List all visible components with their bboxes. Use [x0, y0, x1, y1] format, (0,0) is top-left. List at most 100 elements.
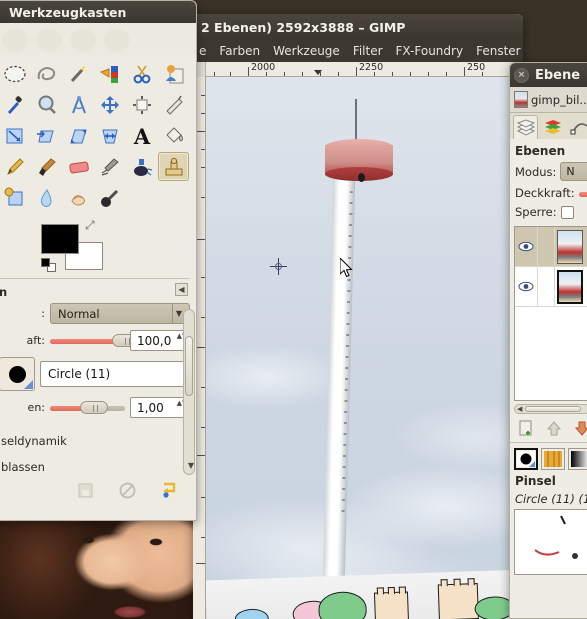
mode-value: Normal — [58, 306, 100, 321]
brush-tab-icons[interactable] — [510, 445, 587, 473]
heal-icon[interactable] — [0, 183, 31, 212]
layer-list-scrollbar[interactable]: ◀ — [514, 404, 587, 414]
move-icon[interactable] — [95, 90, 126, 119]
shear-icon[interactable] — [63, 121, 94, 150]
mode-dropdown[interactable]: Normal ▼ — [50, 303, 190, 324]
blur-sharpen-icon[interactable] — [32, 183, 63, 212]
brush-preview-button[interactable] — [0, 357, 35, 391]
measure-icon[interactable] — [63, 90, 94, 119]
select-by-color-icon[interactable] — [95, 59, 126, 88]
menu-werkzeuge[interactable]: Werkzeuge — [273, 44, 340, 58]
gimp-docks-window[interactable]: × Ebene gimp_bil... Ebenen Modus: N Deck… — [509, 62, 587, 619]
patterns-tab[interactable] — [541, 448, 565, 470]
eraser-icon[interactable] — [63, 152, 94, 181]
fuzzy-select-icon[interactable] — [63, 59, 94, 88]
tool-options-scrollbar[interactable] — [183, 309, 195, 475]
scissors-select-icon[interactable] — [127, 59, 158, 88]
paintbrush-icon[interactable] — [32, 152, 63, 181]
color-picker-icon[interactable] — [0, 90, 31, 119]
perspective-icon[interactable] — [95, 121, 126, 150]
menu-farben[interactable]: Farben — [219, 44, 260, 58]
save-options-icon[interactable] — [74, 480, 96, 500]
layer-thumbnail — [557, 229, 583, 264]
ruler-label-2250: 2250 — [359, 62, 384, 73]
toolbox-titlebar[interactable]: Werkzeugkasten — [0, 1, 196, 23]
image-tab-strip[interactable]: gimp_bil... — [510, 87, 587, 113]
tool-options-header: n — [0, 283, 190, 303]
menu-fx-foundry[interactable]: FX-Foundry — [396, 44, 464, 58]
menu-fenster[interactable]: Fenster — [476, 44, 521, 58]
smudge-icon[interactable] — [63, 183, 94, 212]
layer-visibility-icon[interactable] — [515, 281, 537, 292]
rotate-icon[interactable] — [0, 121, 31, 150]
layer-chain-cell[interactable] — [537, 227, 555, 266]
dock-titlebar[interactable]: × Ebene — [510, 63, 587, 87]
scroll-down-icon[interactable]: ▼ — [188, 461, 194, 470]
dock-tab-icons[interactable] — [510, 113, 587, 139]
brushes-heading: Pinsel — [515, 474, 556, 488]
collapse-dock-button[interactable]: ◀ — [175, 283, 188, 296]
banner-castle-2 — [437, 578, 479, 619]
layer-list[interactable] — [514, 226, 587, 401]
foreground-color-swatch[interactable] — [41, 224, 79, 254]
airbrush-icon[interactable] — [95, 152, 126, 181]
menu-ebene[interactable]: e — [199, 44, 206, 58]
layer-buttonbar[interactable] — [510, 414, 587, 442]
horizontal-ruler[interactable]: 2000 2250 250 — [206, 62, 523, 77]
color-area[interactable]: ⤢ — [0, 214, 196, 276]
image-canvas[interactable] — [206, 77, 523, 619]
scale-icon[interactable] — [32, 121, 63, 150]
close-icon[interactable]: × — [514, 67, 529, 83]
clone-icon[interactable] — [158, 152, 189, 181]
brush-name-field[interactable]: Circle (11) — [40, 361, 190, 387]
layer-chain-cell[interactable] — [537, 267, 555, 306]
foreground-select-icon[interactable] — [158, 59, 189, 88]
brush-grid[interactable] — [514, 509, 587, 575]
text-icon[interactable]: A — [127, 121, 158, 150]
bucket-fill-icon[interactable] — [158, 121, 189, 150]
free-select-icon[interactable] — [32, 59, 63, 88]
tool-grid[interactable]: A — [0, 55, 196, 214]
reset-options-icon[interactable] — [158, 480, 180, 500]
opacity-label: aft: — [26, 334, 45, 347]
channels-tab[interactable] — [540, 115, 565, 139]
pencil-icon[interactable] — [0, 152, 31, 181]
delete-options-icon[interactable] — [116, 480, 138, 500]
crop-icon[interactable] — [158, 90, 189, 119]
tool-options-buttonbar[interactable] — [0, 474, 196, 506]
size-value-field[interactable]: 1,00 ▲▼ — [130, 397, 190, 418]
opacity-value-field[interactable]: 100,0 ▲▼ — [130, 330, 190, 351]
paths-tab[interactable] — [567, 115, 587, 139]
table-row[interactable] — [515, 267, 587, 307]
image-window-titlebar[interactable]: 2 Ebenen) 2592x3888 – GIMP — [193, 14, 523, 40]
layer-mode-row: Modus: N — [510, 162, 587, 186]
brushes-tab[interactable] — [514, 448, 538, 470]
size-slider[interactable] — [50, 401, 125, 414]
raise-layer-icon[interactable] — [546, 419, 563, 437]
banner-castle-1 — [373, 586, 409, 619]
layers-tab[interactable] — [513, 115, 538, 139]
ink-icon[interactable] — [127, 152, 158, 181]
layer-mode-dropdown[interactable]: N — [560, 162, 587, 181]
dodge-burn-icon[interactable] — [95, 183, 126, 212]
gradients-tab[interactable] — [568, 448, 587, 470]
layer-visibility-icon[interactable] — [515, 241, 537, 252]
ellipse-select-icon[interactable] — [0, 59, 31, 88]
lock-alpha-checkbox[interactable] — [560, 205, 574, 219]
new-layer-icon[interactable] — [518, 419, 535, 437]
opacity-slider[interactable] — [50, 334, 140, 347]
swap-colors-icon[interactable]: ⤢ — [85, 218, 95, 233]
default-foreground-swatch[interactable] — [41, 258, 50, 267]
scroll-left-icon[interactable]: ◀ — [517, 406, 522, 413]
menubar[interactable]: e Farben Werkzeuge Filter FX-Foundry Fen… — [193, 40, 523, 62]
gimp-toolbox-window[interactable]: Werkzeugkasten A ⤢ ◀: Normal ▼ aft: 100… — [0, 0, 197, 521]
align-icon[interactable] — [127, 90, 158, 119]
zoom-icon[interactable] — [32, 90, 63, 119]
image-tab[interactable]: gimp_bil... — [514, 91, 587, 108]
gimp-image-window[interactable]: 2 Ebenen) 2592x3888 – GIMP e Farben Werk… — [193, 14, 523, 619]
lower-layer-icon[interactable] — [574, 419, 587, 437]
table-row[interactable] — [515, 227, 587, 267]
menu-filter[interactable]: Filter — [353, 44, 383, 58]
brushes-section: Pinsel Circle (11) (1 — [510, 442, 587, 575]
layer-opacity-slider[interactable] — [578, 188, 587, 199]
